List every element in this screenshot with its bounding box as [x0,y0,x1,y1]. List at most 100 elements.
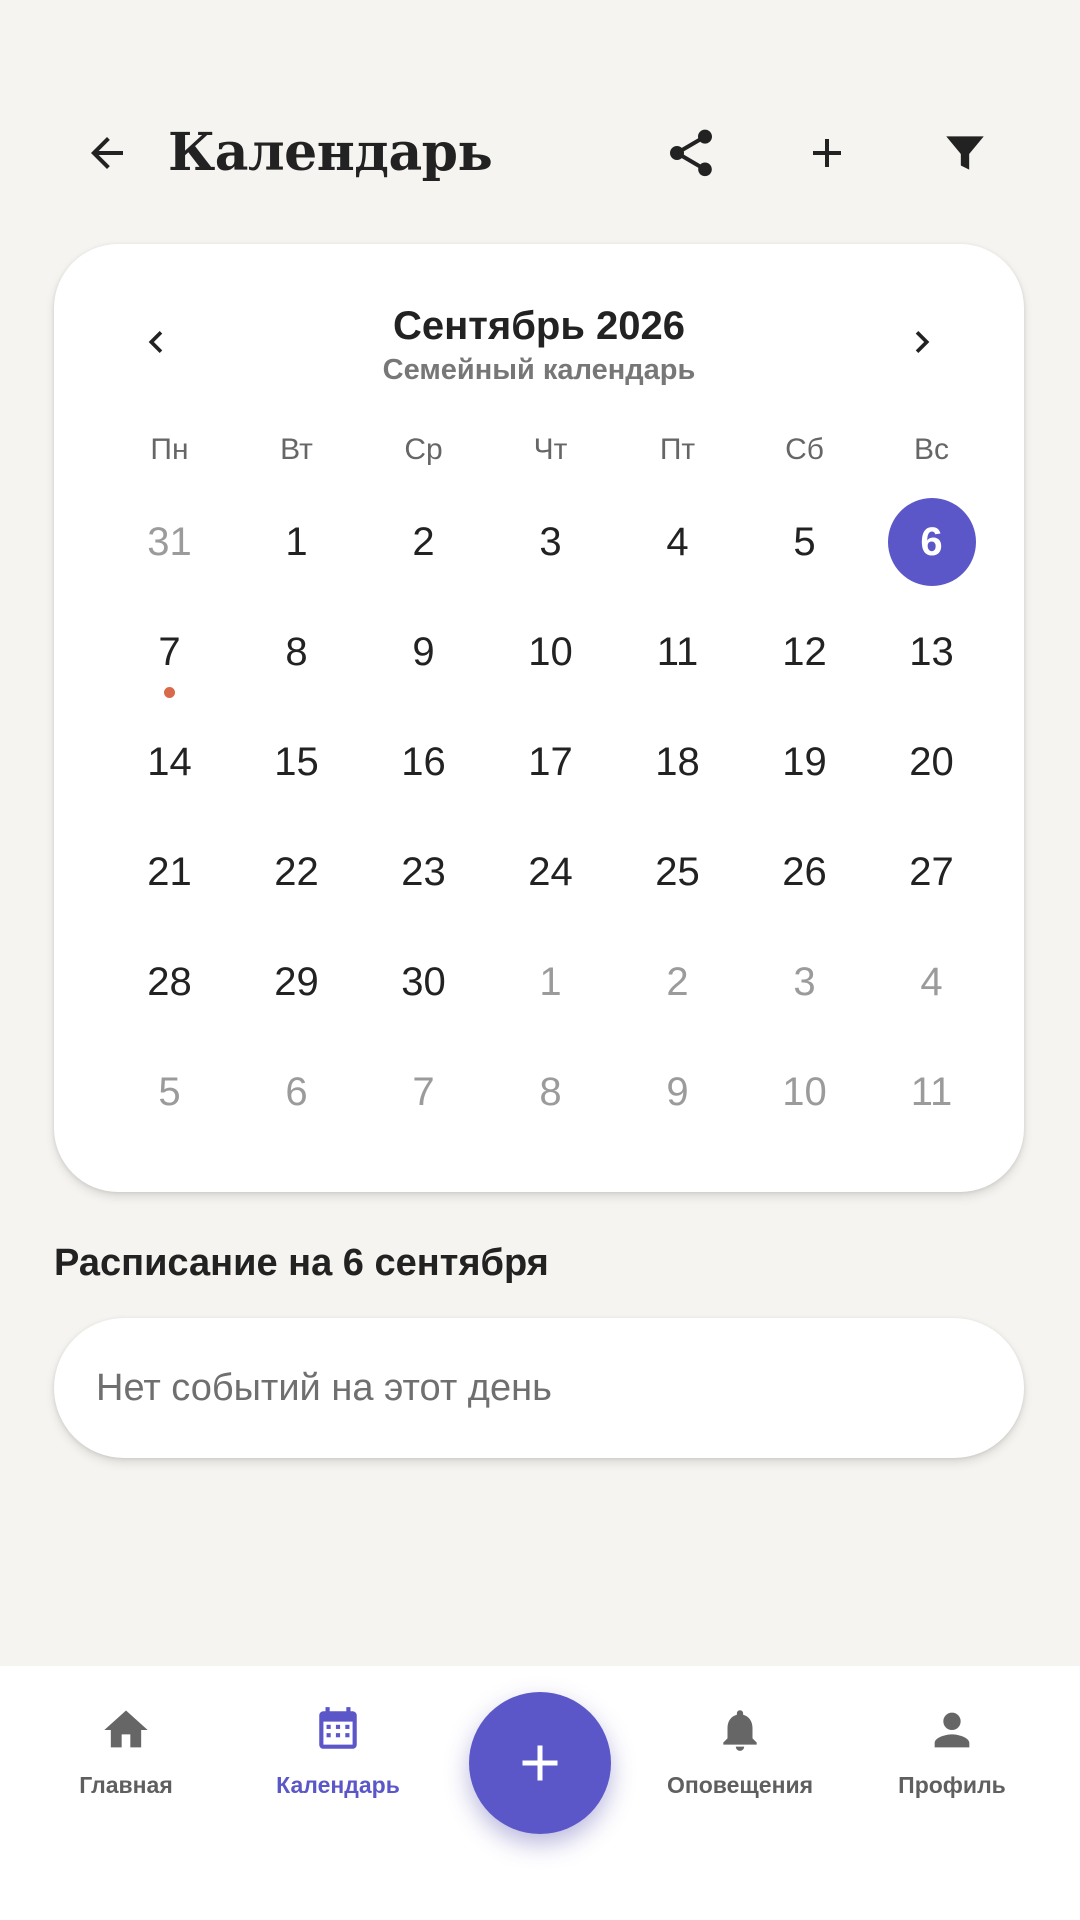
day-cell[interactable]: 2 [360,494,487,604]
day-cell[interactable]: 1 [233,494,360,604]
day-cell[interactable]: 8 [487,1044,614,1154]
weekday-label: Сб [785,433,824,466]
day-cell[interactable]: 25 [614,824,741,934]
nav-item-calendar[interactable]: Календарь [238,1700,438,1810]
day-number: 5 [158,1069,181,1114]
day-cell[interactable]: 29 [233,934,360,1044]
day-cell[interactable]: 16 [360,714,487,824]
day-number: 11 [656,629,699,674]
day-cell[interactable]: 17 [487,714,614,824]
share-button[interactable] [648,110,734,196]
day-cell[interactable]: 28 [106,934,233,1044]
day-number: 30 [401,959,446,1004]
day-cell[interactable]: 6 [233,1044,360,1154]
day-cell-selected[interactable]: 6 [868,494,995,604]
day-cell[interactable]: 9 [360,604,487,714]
day-number: 19 [782,739,827,784]
day-number: 22 [274,849,319,894]
day-number: 18 [655,739,700,784]
day-cell[interactable]: 18 [614,714,741,824]
person-icon [934,1712,970,1748]
day-cell[interactable]: 3 [741,934,868,1044]
weekday-label: Вт [280,433,313,466]
filter-icon [946,136,984,170]
filter-button[interactable] [922,110,1008,196]
nav-item-notifications[interactable]: Оповещения [640,1700,840,1810]
day-number: 25 [655,849,700,894]
nav-label: Оповещения [666,1772,814,1798]
weekday-label: Пт [659,433,696,466]
day-number: 24 [528,849,573,894]
bell-icon [723,1710,757,1751]
day-cell[interactable]: 24 [487,824,614,934]
nav-item-profile[interactable]: Профиль [852,1700,1052,1810]
empty-schedule-card: Нет событий на этот день [54,1318,1024,1458]
day-cell[interactable]: 4 [614,494,741,604]
day-cell[interactable]: 2 [614,934,741,1044]
day-number: 4 [920,959,943,1004]
day-cell[interactable]: 19 [741,714,868,824]
nav-item-home[interactable]: Главная [26,1700,226,1810]
day-cell[interactable]: 30 [360,934,487,1044]
day-cell[interactable]: 11 [614,604,741,714]
day-cell[interactable]: 14 [106,714,233,824]
day-number: 8 [539,1069,562,1114]
day-number: 11 [910,1069,953,1114]
day-cell[interactable]: 3 [487,494,614,604]
day-number: 7 [412,1069,435,1114]
day-cell[interactable]: 13 [868,604,995,714]
plus-icon [522,1745,558,1781]
day-cell[interactable]: 9 [614,1044,741,1154]
day-cell[interactable]: 21 [106,824,233,934]
day-number: 23 [401,849,446,894]
back-button[interactable] [64,110,150,196]
add-fab-button[interactable] [469,1692,611,1834]
next-month-button[interactable] [882,302,962,382]
month-title: Сентябрь 2026 [392,304,686,348]
day-number: 12 [782,629,827,674]
day-cell[interactable]: 7 [106,604,233,714]
day-cell[interactable]: 10 [741,1044,868,1154]
day-number: 27 [909,849,954,894]
empty-schedule-text: Нет событий на этот день [96,1367,552,1409]
nav-label: Профиль [898,1772,1006,1798]
day-cell[interactable]: 31 [106,494,233,604]
plus-icon [813,139,841,167]
day-number: 10 [782,1069,827,1114]
day-cell[interactable]: 8 [233,604,360,714]
day-number: 2 [666,959,689,1004]
days-grid: 31 1 2 3 4 5 6 7 8 9 10 11 12 13 14 15 16 17 18 19 20 21 22 23 2… [106,494,996,1154]
day-number: 10 [528,629,573,674]
day-number: 9 [666,1069,689,1114]
day-number: 28 [147,959,192,1004]
day-cell[interactable]: 15 [233,714,360,824]
app-header: Календарь [0,110,1080,196]
day-cell[interactable]: 20 [868,714,995,824]
nav-label: Календарь [276,1772,400,1798]
day-cell[interactable]: 12 [741,604,868,714]
day-number: 31 [147,519,192,564]
day-number: 3 [793,959,816,1004]
day-cell[interactable]: 5 [106,1044,233,1154]
day-number: 6 [887,498,976,586]
day-cell[interactable]: 22 [233,824,360,934]
event-indicator-dot [164,687,175,698]
day-cell[interactable]: 7 [360,1044,487,1154]
day-number: 2 [412,519,435,564]
day-cell[interactable]: 26 [741,824,868,934]
day-cell[interactable]: 10 [487,604,614,714]
day-cell[interactable]: 5 [741,494,868,604]
day-number: 29 [274,959,319,1004]
day-number: 15 [274,739,319,784]
day-cell[interactable]: 27 [868,824,995,934]
day-cell[interactable]: 11 [868,1044,995,1154]
home-icon [104,1710,148,1748]
calendar-card: Сентябрь 2026 Семейный календарь Пн Вт С… [54,244,1024,1192]
day-cell[interactable]: 23 [360,824,487,934]
day-cell[interactable]: 1 [487,934,614,1044]
day-number: 13 [909,629,954,674]
day-cell[interactable]: 4 [868,934,995,1044]
add-event-button[interactable] [784,110,870,196]
day-number: 17 [528,739,573,784]
weekday-label: Чт [533,433,568,466]
